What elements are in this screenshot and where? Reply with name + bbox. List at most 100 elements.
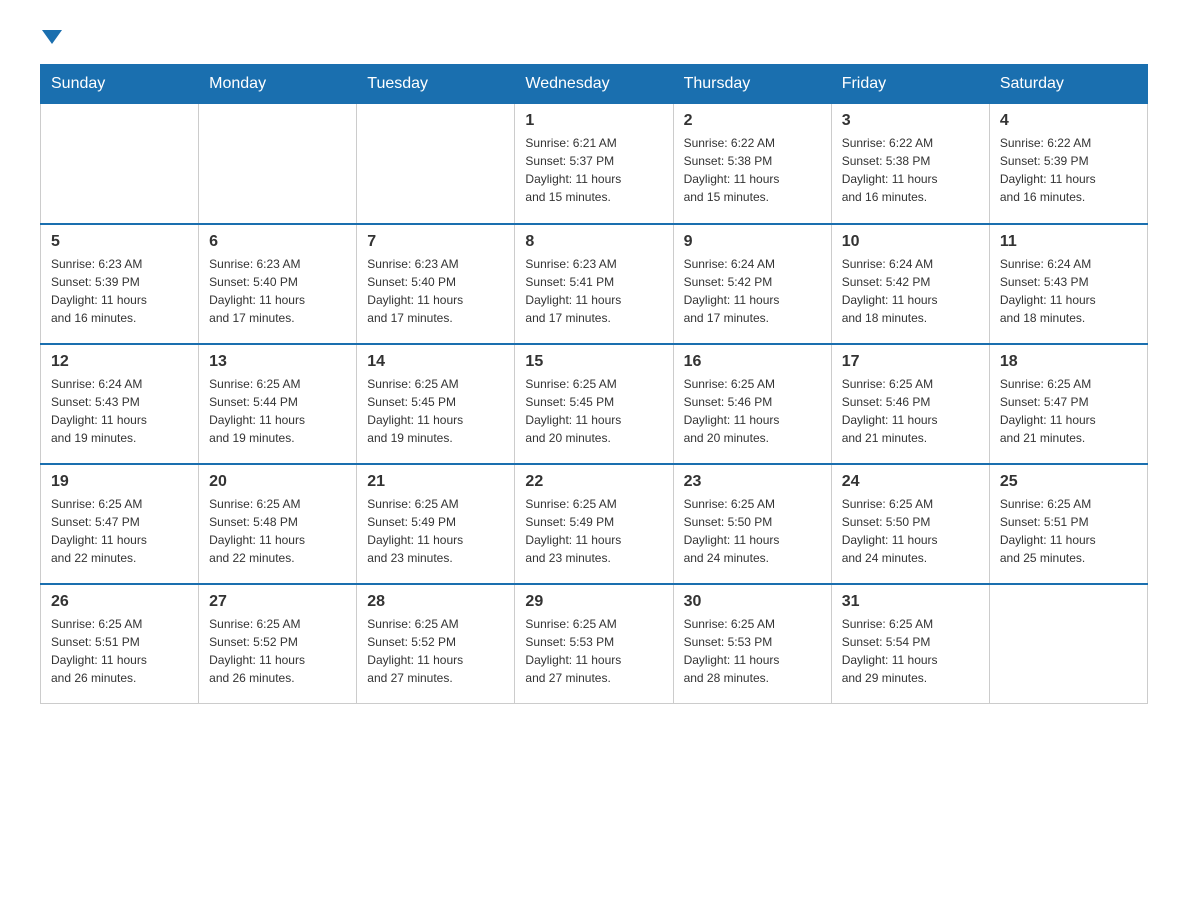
day-info: Sunrise: 6:25 AM Sunset: 5:44 PM Dayligh… xyxy=(209,375,346,447)
calendar-cell: 6 Sunrise: 6:23 AM Sunset: 5:40 PM Daylig… xyxy=(199,224,357,344)
calendar-cell: 29Sunrise: 6:25 AM Sunset: 5:53 PM Dayli… xyxy=(515,584,673,704)
calendar-cell: 5Sunrise: 6:23 AM Sunset: 5:39 PM Daylig… xyxy=(41,224,199,344)
calendar-cell: 4Sunrise: 6:22 AM Sunset: 5:39 PM Daylig… xyxy=(989,104,1147,224)
day-number: 9 xyxy=(684,233,821,251)
calendar-cell xyxy=(357,104,515,224)
day-number: 21 xyxy=(367,473,504,491)
day-number: 10 xyxy=(842,233,979,251)
day-info: Sunrise: 6:23 AM Sunset: 5:40 PM Dayligh… xyxy=(209,255,346,327)
calendar-cell: 28 Sunrise: 6:25 AM Sunset: 5:52 PM Dayli… xyxy=(357,584,515,704)
day-number: 18 xyxy=(1000,353,1137,371)
day-info: Sunrise: 6:21 AM Sunset: 5:37 PM Dayligh… xyxy=(525,134,662,206)
day-number: 31 xyxy=(842,593,979,611)
calendar-cell: 17 Sunrise: 6:25 AM Sunset: 5:46 PM Dayli… xyxy=(831,344,989,464)
calendar-cell: 7 Sunrise: 6:23 AM Sunset: 5:40 PM Daylig… xyxy=(357,224,515,344)
calendar-cell: 19 Sunrise: 6:25 AM Sunset: 5:47 PM Dayli… xyxy=(41,464,199,584)
day-number: 22 xyxy=(525,473,662,491)
day-info: Sunrise: 6:25 AM Sunset: 5:51 PM Dayligh… xyxy=(51,615,188,687)
day-number: 2 xyxy=(684,112,821,130)
calendar-cell: 11 Sunrise: 6:24 AM Sunset: 5:43 PM Dayli… xyxy=(989,224,1147,344)
week-row-1: 1 Sunrise: 6:21 AM Sunset: 5:37 PM Daylig… xyxy=(41,104,1148,224)
calendar-cell: 22 Sunrise: 6:25 AM Sunset: 5:49 PM Dayli… xyxy=(515,464,673,584)
day-info: Sunrise: 6:25 AM Sunset: 5:52 PM Dayligh… xyxy=(209,615,346,687)
day-number: 27 xyxy=(209,593,346,611)
calendar-cell: 21Sunrise: 6:25 AM Sunset: 5:49 PM Dayli… xyxy=(357,464,515,584)
day-info: Sunrise: 6:22 AM Sunset: 5:38 PM Dayligh… xyxy=(842,134,979,206)
column-header-monday: Monday xyxy=(199,65,357,104)
calendar-cell xyxy=(41,104,199,224)
day-number: 20 xyxy=(209,473,346,491)
day-number: 11 xyxy=(1000,233,1137,251)
day-info: Sunrise: 6:25 AM Sunset: 5:46 PM Dayligh… xyxy=(684,375,821,447)
calendar-cell: 16 Sunrise: 6:25 AM Sunset: 5:46 PM Dayli… xyxy=(673,344,831,464)
day-info: Sunrise: 6:25 AM Sunset: 5:48 PM Dayligh… xyxy=(209,495,346,567)
day-number: 19 xyxy=(51,473,188,491)
calendar-cell: 15 Sunrise: 6:25 AM Sunset: 5:45 PM Dayli… xyxy=(515,344,673,464)
day-number: 24 xyxy=(842,473,979,491)
column-header-saturday: Saturday xyxy=(989,65,1147,104)
day-info: Sunrise: 6:24 AM Sunset: 5:42 PM Dayligh… xyxy=(842,255,979,327)
day-info: Sunrise: 6:25 AM Sunset: 5:53 PM Dayligh… xyxy=(684,615,821,687)
calendar-cell: 30 Sunrise: 6:25 AM Sunset: 5:53 PM Dayli… xyxy=(673,584,831,704)
calendar-cell: 1 Sunrise: 6:21 AM Sunset: 5:37 PM Daylig… xyxy=(515,104,673,224)
day-number: 1 xyxy=(525,112,662,130)
calendar-cell: 13 Sunrise: 6:25 AM Sunset: 5:44 PM Dayli… xyxy=(199,344,357,464)
column-header-sunday: Sunday xyxy=(41,65,199,104)
page-header xyxy=(40,30,1148,44)
day-info: Sunrise: 6:25 AM Sunset: 5:54 PM Dayligh… xyxy=(842,615,979,687)
calendar-cell: 27 Sunrise: 6:25 AM Sunset: 5:52 PM Dayli… xyxy=(199,584,357,704)
day-info: Sunrise: 6:25 AM Sunset: 5:47 PM Dayligh… xyxy=(1000,375,1137,447)
day-info: Sunrise: 6:24 AM Sunset: 5:43 PM Dayligh… xyxy=(51,375,188,447)
day-number: 15 xyxy=(525,353,662,371)
day-info: Sunrise: 6:25 AM Sunset: 5:51 PM Dayligh… xyxy=(1000,495,1137,567)
calendar-cell: 24Sunrise: 6:25 AM Sunset: 5:50 PM Dayli… xyxy=(831,464,989,584)
column-header-thursday: Thursday xyxy=(673,65,831,104)
calendar-table: SundayMondayTuesdayWednesdayThursdayFrid… xyxy=(40,64,1148,704)
day-number: 14 xyxy=(367,353,504,371)
day-number: 23 xyxy=(684,473,821,491)
calendar-cell: 18 Sunrise: 6:25 AM Sunset: 5:47 PM Dayli… xyxy=(989,344,1147,464)
day-number: 29 xyxy=(525,593,662,611)
day-info: Sunrise: 6:25 AM Sunset: 5:47 PM Dayligh… xyxy=(51,495,188,567)
calendar-cell: 26Sunrise: 6:25 AM Sunset: 5:51 PM Dayli… xyxy=(41,584,199,704)
calendar-cell: 8 Sunrise: 6:23 AM Sunset: 5:41 PM Daylig… xyxy=(515,224,673,344)
day-number: 30 xyxy=(684,593,821,611)
day-info: Sunrise: 6:25 AM Sunset: 5:52 PM Dayligh… xyxy=(367,615,504,687)
day-info: Sunrise: 6:25 AM Sunset: 5:50 PM Dayligh… xyxy=(684,495,821,567)
day-info: Sunrise: 6:25 AM Sunset: 5:45 PM Dayligh… xyxy=(367,375,504,447)
calendar-cell: 10 Sunrise: 6:24 AM Sunset: 5:42 PM Dayli… xyxy=(831,224,989,344)
day-number: 4 xyxy=(1000,112,1137,130)
day-info: Sunrise: 6:24 AM Sunset: 5:43 PM Dayligh… xyxy=(1000,255,1137,327)
calendar-cell: 9 Sunrise: 6:24 AM Sunset: 5:42 PM Daylig… xyxy=(673,224,831,344)
calendar-cell: 12Sunrise: 6:24 AM Sunset: 5:43 PM Dayli… xyxy=(41,344,199,464)
calendar-cell: 20 Sunrise: 6:25 AM Sunset: 5:48 PM Dayli… xyxy=(199,464,357,584)
calendar-cell: 25 Sunrise: 6:25 AM Sunset: 5:51 PM Dayli… xyxy=(989,464,1147,584)
day-info: Sunrise: 6:25 AM Sunset: 5:46 PM Dayligh… xyxy=(842,375,979,447)
day-number: 6 xyxy=(209,233,346,251)
day-number: 25 xyxy=(1000,473,1137,491)
day-info: Sunrise: 6:25 AM Sunset: 5:49 PM Dayligh… xyxy=(525,495,662,567)
day-info: Sunrise: 6:25 AM Sunset: 5:45 PM Dayligh… xyxy=(525,375,662,447)
week-row-3: 12Sunrise: 6:24 AM Sunset: 5:43 PM Dayli… xyxy=(41,344,1148,464)
day-info: Sunrise: 6:24 AM Sunset: 5:42 PM Dayligh… xyxy=(684,255,821,327)
header-row: SundayMondayTuesdayWednesdayThursdayFrid… xyxy=(41,65,1148,104)
week-row-5: 26Sunrise: 6:25 AM Sunset: 5:51 PM Dayli… xyxy=(41,584,1148,704)
calendar-cell: 3 Sunrise: 6:22 AM Sunset: 5:38 PM Daylig… xyxy=(831,104,989,224)
day-info: Sunrise: 6:23 AM Sunset: 5:40 PM Dayligh… xyxy=(367,255,504,327)
column-header-tuesday: Tuesday xyxy=(357,65,515,104)
calendar-cell: 31 Sunrise: 6:25 AM Sunset: 5:54 PM Dayli… xyxy=(831,584,989,704)
day-number: 16 xyxy=(684,353,821,371)
day-number: 8 xyxy=(525,233,662,251)
day-number: 7 xyxy=(367,233,504,251)
column-header-friday: Friday xyxy=(831,65,989,104)
day-info: Sunrise: 6:23 AM Sunset: 5:41 PM Dayligh… xyxy=(525,255,662,327)
day-number: 5 xyxy=(51,233,188,251)
week-row-2: 5Sunrise: 6:23 AM Sunset: 5:39 PM Daylig… xyxy=(41,224,1148,344)
day-number: 13 xyxy=(209,353,346,371)
logo-triangle-icon xyxy=(42,30,62,44)
day-number: 28 xyxy=(367,593,504,611)
day-number: 17 xyxy=(842,353,979,371)
day-info: Sunrise: 6:22 AM Sunset: 5:38 PM Dayligh… xyxy=(684,134,821,206)
calendar-cell: 14 Sunrise: 6:25 AM Sunset: 5:45 PM Dayli… xyxy=(357,344,515,464)
day-number: 3 xyxy=(842,112,979,130)
